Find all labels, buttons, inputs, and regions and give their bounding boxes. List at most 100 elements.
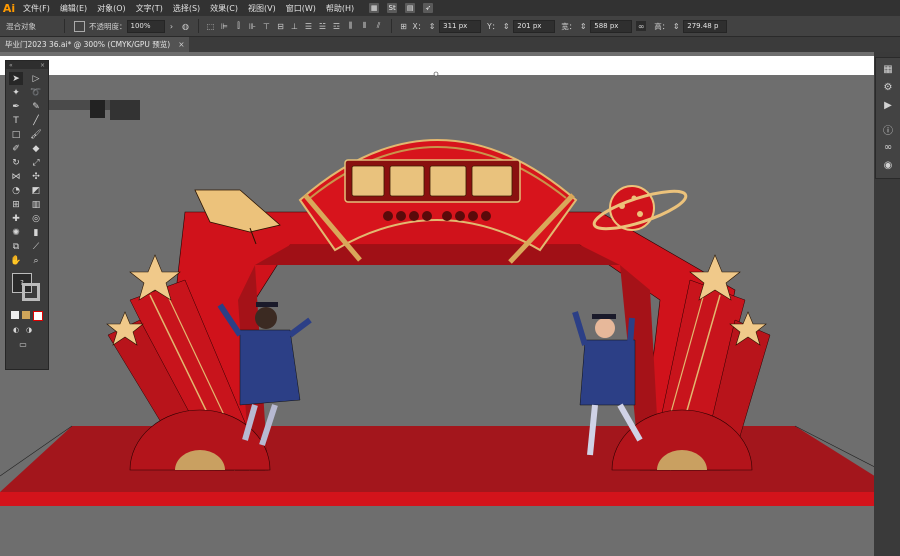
slice-tool-icon[interactable]: ⟋ bbox=[29, 240, 43, 253]
distribute-center-icon[interactable]: ☱ bbox=[318, 21, 328, 31]
curvature-tool-icon[interactable]: ✎ bbox=[29, 100, 43, 113]
gpu-rocket-icon[interactable]: ➶ bbox=[423, 3, 434, 13]
y-field[interactable]: 201 px bbox=[513, 19, 556, 33]
height-field[interactable]: 279.48 p bbox=[683, 19, 728, 33]
color-mode-icon[interactable] bbox=[11, 311, 19, 319]
x-field[interactable]: 311 px bbox=[439, 19, 482, 33]
column-graph-tool-icon[interactable]: ▮ bbox=[29, 226, 43, 239]
app-logo[interactable]: Ai bbox=[0, 0, 18, 16]
menu-window[interactable]: 窗口(W) bbox=[281, 3, 321, 14]
document-tab[interactable]: 毕业门2023 36.ai* @ 300% (CMYK/GPU 预览) × bbox=[0, 37, 189, 52]
stage-floor-edge[interactable] bbox=[0, 492, 874, 506]
close-panel-icon[interactable]: × bbox=[40, 62, 45, 69]
appearance-icon[interactable]: ◉ bbox=[881, 158, 895, 172]
hand-tool-icon[interactable]: ✋ bbox=[9, 254, 23, 267]
distribute-left-icon[interactable]: ⫼ bbox=[346, 21, 356, 31]
x-label: X： bbox=[412, 21, 426, 31]
rotate-tool-icon[interactable]: ↻ bbox=[9, 156, 23, 169]
shape-builder-tool-icon[interactable]: ◔ bbox=[9, 184, 23, 197]
y-label: Y： bbox=[487, 21, 500, 31]
opacity-label[interactable]: 不透明度： bbox=[89, 21, 127, 32]
menu-type[interactable]: 文字(T) bbox=[131, 3, 168, 14]
object-type-label: 混合对象 bbox=[6, 21, 36, 31]
panel-icon-group: ▦ ⚙ ▶ ⓘ ∞ ◉ bbox=[875, 57, 900, 179]
draw-mode-buttons: ◐ ◑ bbox=[6, 321, 48, 335]
direct-selection-tool-icon[interactable]: ▷ bbox=[29, 72, 43, 85]
draw-normal-icon[interactable]: ◐ bbox=[11, 325, 21, 335]
width-field[interactable]: 588 px bbox=[590, 19, 633, 33]
align-left-icon[interactable]: ⊫ bbox=[220, 21, 230, 31]
puppet-warp-tool-icon[interactable]: ✣ bbox=[29, 170, 43, 183]
align-right-icon[interactable]: ⊪ bbox=[248, 21, 258, 31]
properties-icon[interactable]: ⚙ bbox=[881, 80, 895, 94]
menu-file[interactable]: 文件(F) bbox=[18, 3, 55, 14]
menu-view[interactable]: 视图(V) bbox=[243, 3, 281, 14]
screen-mode-icon[interactable]: ▭ bbox=[16, 339, 30, 349]
libraries-icon[interactable]: ▦ bbox=[881, 62, 895, 76]
recolor-icon[interactable]: ◍ bbox=[181, 21, 191, 31]
selection-tool-icon[interactable]: ➤ bbox=[9, 72, 23, 85]
menu-object[interactable]: 对象(O) bbox=[92, 3, 131, 14]
lasso-tool-icon[interactable]: ➰ bbox=[29, 86, 43, 99]
blend-tool-icon[interactable]: ◎ bbox=[29, 212, 43, 225]
shaper-tool-icon[interactable]: ✐ bbox=[9, 142, 23, 155]
stray-artwork-fragment[interactable] bbox=[40, 100, 140, 120]
reference-point-icon[interactable]: ⊞ bbox=[399, 21, 409, 31]
menu-effect[interactable]: 效果(C) bbox=[205, 3, 243, 14]
constrain-link-icon[interactable]: ∞ bbox=[636, 21, 647, 31]
pen-tool-icon[interactable]: ✒ bbox=[9, 100, 23, 113]
chevron-right-icon[interactable]: › bbox=[167, 21, 177, 31]
stroke-swatch-tool[interactable] bbox=[22, 283, 40, 301]
menu-edit[interactable]: 编辑(E) bbox=[55, 3, 92, 14]
align-center-h-icon[interactable]: ⫿ bbox=[234, 21, 244, 31]
close-tab-icon[interactable]: × bbox=[178, 40, 184, 49]
distribute-top-icon[interactable]: ☰ bbox=[304, 21, 314, 31]
distribute-bottom-icon[interactable]: ☲ bbox=[332, 21, 342, 31]
paintbrush-tool-icon[interactable]: 🖌 bbox=[29, 128, 43, 141]
none-mode-icon[interactable] bbox=[33, 311, 43, 321]
scale-tool-icon[interactable]: ⤢ bbox=[29, 156, 43, 169]
bridge-icon[interactable]: ▦ bbox=[369, 3, 380, 13]
stroke-swatch[interactable] bbox=[74, 20, 85, 32]
links-icon[interactable]: ∞ bbox=[881, 140, 895, 154]
distribute-hcenter-icon[interactable]: ⦀ bbox=[360, 21, 370, 31]
rectangle-tool-icon[interactable]: □ bbox=[9, 128, 23, 141]
type-tool-icon[interactable]: T bbox=[9, 114, 23, 127]
play-actions-icon[interactable]: ▶ bbox=[881, 98, 895, 112]
draw-behind-icon[interactable]: ◑ bbox=[24, 325, 34, 335]
symbol-sprayer-tool-icon[interactable]: ✺ bbox=[9, 226, 23, 239]
x-stepper-icon[interactable]: ⇕ bbox=[427, 21, 437, 31]
artboard-tool-icon[interactable]: ⧉ bbox=[9, 240, 23, 253]
width-stepper-icon[interactable]: ⇕ bbox=[578, 21, 588, 31]
align-bottom-icon[interactable]: ⊥ bbox=[290, 21, 300, 31]
workspace-layout-icon[interactable]: ▤ bbox=[405, 3, 416, 13]
line-tool-icon[interactable]: ╱ bbox=[29, 114, 43, 127]
eyedropper-tool-icon[interactable]: ✚ bbox=[9, 212, 23, 225]
gradient-mode-icon[interactable] bbox=[22, 311, 30, 319]
width-tool-icon[interactable]: ⋈ bbox=[9, 170, 23, 183]
artwork[interactable] bbox=[0, 52, 874, 556]
arch-inner-top bbox=[255, 245, 620, 265]
align-to-selection-icon[interactable]: ⬚ bbox=[206, 21, 216, 31]
align-center-v-icon[interactable]: ⊟ bbox=[276, 21, 286, 31]
collapse-icon[interactable]: « bbox=[9, 62, 13, 69]
canvas[interactable] bbox=[0, 52, 874, 556]
align-top-icon[interactable]: ⊤ bbox=[262, 21, 272, 31]
info-icon[interactable]: ⓘ bbox=[881, 122, 895, 137]
y-stepper-icon[interactable]: ⇕ bbox=[501, 21, 511, 31]
selection-anchor[interactable] bbox=[433, 71, 439, 77]
perspective-grid-tool-icon[interactable]: ◩ bbox=[29, 184, 43, 197]
distribute-right-icon[interactable]: ⫽ bbox=[374, 21, 384, 31]
width-label: 宽： bbox=[561, 21, 577, 31]
eraser-tool-icon[interactable]: ◆ bbox=[29, 142, 43, 155]
menu-help[interactable]: 帮助(H) bbox=[321, 3, 359, 14]
stock-icon[interactable]: St bbox=[387, 3, 398, 13]
tools-panel-header[interactable]: «× bbox=[6, 61, 48, 69]
opacity-field[interactable]: 100% bbox=[126, 19, 165, 33]
magic-wand-tool-icon[interactable]: ✦ bbox=[9, 86, 23, 99]
zoom-tool-icon[interactable]: ⌕ bbox=[29, 254, 43, 267]
mesh-tool-icon[interactable]: ⊞ bbox=[9, 198, 23, 211]
height-stepper-icon[interactable]: ⇕ bbox=[671, 21, 681, 31]
gradient-tool-icon[interactable]: ▥ bbox=[29, 198, 43, 211]
menu-select[interactable]: 选择(S) bbox=[168, 3, 205, 14]
